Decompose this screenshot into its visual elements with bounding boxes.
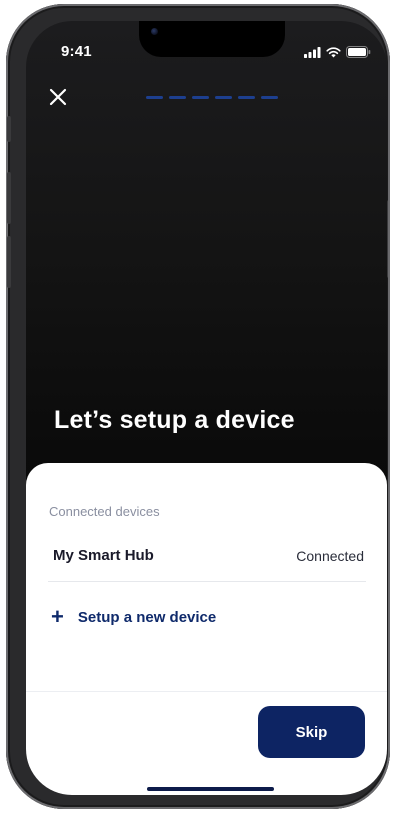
app-screen: 9:41 Let’s setup a device Connected devi…	[26, 21, 387, 795]
cellular-signal-icon	[304, 45, 321, 63]
battery-icon	[346, 45, 371, 63]
close-button[interactable]	[46, 85, 70, 109]
front-camera	[151, 28, 158, 35]
status-icons	[304, 45, 371, 63]
notch	[139, 21, 285, 57]
bottom-sheet: Connected devices My Smart Hub Connected…	[26, 463, 387, 795]
wifi-icon	[326, 45, 341, 63]
progress-segment	[261, 96, 278, 99]
device-status: Connected	[296, 548, 364, 564]
setup-new-device-label: Setup a new device	[77, 608, 217, 626]
close-icon	[49, 88, 67, 106]
volume-down-button	[7, 236, 11, 288]
section-label: Connected devices	[49, 504, 160, 519]
setup-new-device-link[interactable]: + Setup a new device	[51, 606, 216, 628]
plus-icon: +	[51, 604, 64, 629]
progress-segment	[238, 96, 255, 99]
volume-up-button	[7, 172, 11, 224]
skip-button[interactable]: Skip	[258, 706, 365, 758]
progress-segment	[169, 96, 186, 99]
progress-segment	[146, 96, 163, 99]
divider	[26, 691, 387, 692]
step-progress-indicator	[146, 96, 278, 99]
page-title: Let’s setup a device	[54, 406, 295, 434]
phone-frame: 9:41 Let’s setup a device Connected devi…	[6, 4, 390, 809]
device-row[interactable]: My Smart Hub Connected	[48, 535, 366, 582]
device-name: My Smart Hub	[53, 547, 154, 564]
status-time: 9:41	[61, 43, 92, 60]
mute-switch	[7, 116, 11, 142]
progress-segment	[215, 96, 232, 99]
progress-segment	[192, 96, 209, 99]
home-indicator[interactable]	[147, 787, 274, 791]
